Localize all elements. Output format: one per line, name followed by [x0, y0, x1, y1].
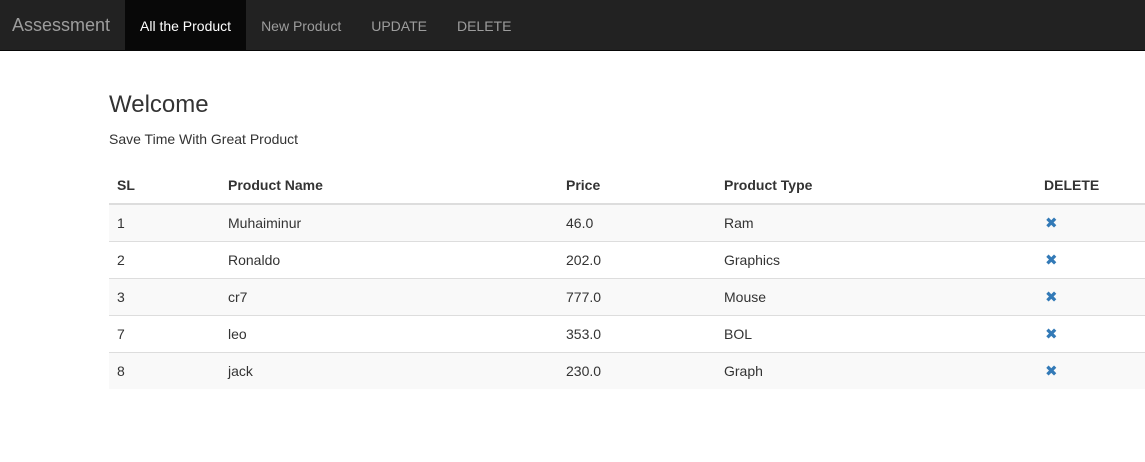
page-title: Welcome: [109, 91, 209, 118]
cell-price: 777.0: [558, 278, 716, 316]
remove-icon[interactable]: ✖: [1044, 216, 1058, 232]
cell-product-name: cr7: [220, 278, 558, 316]
cell-sl: 2: [109, 241, 220, 279]
cell-sl: 1: [109, 203, 220, 242]
cell-product-name: Ronaldo: [220, 241, 558, 279]
remove-icon[interactable]: ✖: [1044, 290, 1058, 306]
cell-product-name: jack: [220, 352, 558, 389]
navbar: Assessment All the Product New Product U…: [0, 0, 1145, 51]
header-price: Price: [558, 167, 716, 205]
cell-delete: ✖: [1036, 352, 1145, 389]
cell-product-type: Mouse: [716, 278, 1036, 316]
nav-item-new-product[interactable]: New Product: [246, 0, 356, 51]
product-table: SL Product Name Price Product Type DELET…: [109, 167, 1145, 389]
cell-product-type: Graph: [716, 352, 1036, 389]
nav-item-delete[interactable]: DELETE: [442, 0, 526, 51]
remove-icon[interactable]: ✖: [1044, 253, 1058, 269]
cell-product-type: BOL: [716, 315, 1036, 353]
cell-price: 202.0: [558, 241, 716, 279]
cell-sl: 3: [109, 278, 220, 316]
cell-delete: ✖: [1036, 203, 1145, 242]
cell-price: 230.0: [558, 352, 716, 389]
cell-price: 46.0: [558, 203, 716, 242]
table-row: 8 jack 230.0 Graph ✖: [109, 352, 1145, 389]
cell-delete: ✖: [1036, 278, 1145, 316]
cell-product-name: Muhaiminur: [220, 203, 558, 242]
nav-menu: All the Product New Product UPDATE DELET…: [125, 0, 526, 51]
brand-link[interactable]: Assessment: [12, 14, 110, 36]
cell-product-name: leo: [220, 315, 558, 353]
table-row: 1 Muhaiminur 46.0 Ram ✖: [109, 203, 1145, 242]
header-sl: SL: [109, 167, 220, 205]
remove-icon[interactable]: ✖: [1044, 364, 1058, 380]
cell-sl: 8: [109, 352, 220, 389]
cell-price: 353.0: [558, 315, 716, 353]
cell-product-type: Ram: [716, 203, 1036, 242]
table-row: 2 Ronaldo 202.0 Graphics ✖: [109, 241, 1145, 279]
cell-delete: ✖: [1036, 241, 1145, 279]
cell-product-type: Graphics: [716, 241, 1036, 279]
header-delete: DELETE: [1036, 167, 1145, 205]
remove-icon[interactable]: ✖: [1044, 327, 1058, 343]
cell-delete: ✖: [1036, 315, 1145, 353]
header-product-name: Product Name: [220, 167, 558, 205]
header-product-type: Product Type: [716, 167, 1036, 205]
cell-sl: 7: [109, 315, 220, 353]
table-row: 3 cr7 777.0 Mouse ✖: [109, 278, 1145, 316]
page-subtitle: Save Time With Great Product: [109, 131, 299, 147]
table-header-row: SL Product Name Price Product Type DELET…: [109, 167, 1145, 205]
table-row: 7 leo 353.0 BOL ✖: [109, 315, 1145, 353]
main-content: Welcome Save Time With Great Product SL …: [109, 90, 1145, 389]
nav-item-update[interactable]: UPDATE: [356, 0, 442, 51]
nav-item-all-products[interactable]: All the Product: [125, 0, 247, 51]
